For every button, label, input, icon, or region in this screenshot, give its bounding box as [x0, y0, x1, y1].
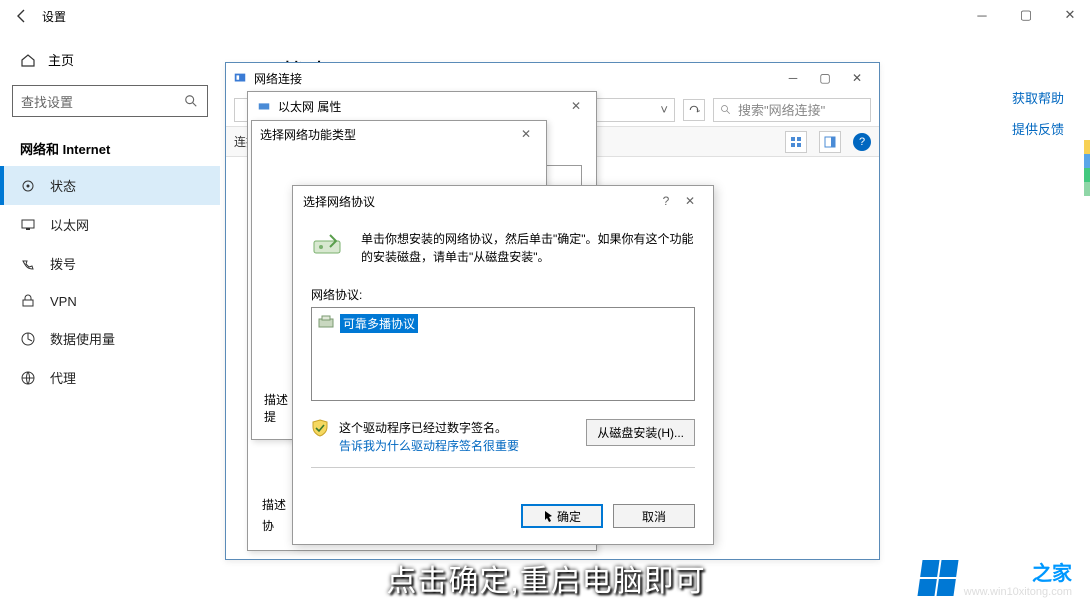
ok-button[interactable]: 确定 [521, 504, 603, 528]
nc-maximize-button[interactable]: ▢ [809, 65, 841, 91]
proto-body: 单击你想安装的网络协议，然后单击"确定"。如果你有这个功能的安装磁盘，请单击"从… [293, 216, 713, 494]
home-label: 主页 [48, 50, 74, 69]
proto-instruction-text: 单击你想安装的网络协议，然后单击"确定"。如果你有这个功能的安装磁盘，请单击"从… [361, 230, 695, 266]
type-title-text: 选择网络功能类型 [260, 126, 356, 143]
ethernet-icon [20, 217, 36, 233]
minimize-button[interactable]: ─ [960, 0, 1004, 30]
help-links: 获取帮助 提供反馈 [1012, 88, 1064, 138]
eth-close-button[interactable]: ✕ [564, 95, 588, 117]
help-button[interactable]: ? [655, 194, 677, 208]
nc-titlebar: 网络连接 ─ ▢ ✕ [226, 63, 879, 93]
window-controls: ─ ▢ ✕ [960, 0, 1092, 30]
ok-label: 确定 [557, 508, 581, 525]
sidebar-item-dialup[interactable]: 拨号 [0, 244, 220, 283]
cursor-icon [543, 510, 555, 522]
sidebar-item-datausage[interactable]: 数据使用量 [0, 319, 220, 358]
search-placeholder: 查找设置 [21, 92, 73, 111]
dialog-buttons: 确定 取消 [521, 504, 695, 528]
protocol-item-label: 可靠多播协议 [340, 314, 418, 333]
sidebar-item-status[interactable]: 状态 [0, 166, 220, 205]
nc-search-input[interactable]: 搜索"网络连接" [713, 98, 871, 122]
back-button[interactable] [8, 2, 36, 30]
search-icon [183, 93, 199, 109]
sidebar-item-label: 状态 [50, 176, 76, 195]
watermark-logo: Win10之家 www.win10xitong.com [920, 557, 1072, 598]
proto-titlebar: 选择网络协议 ? ✕ [293, 186, 713, 216]
install-from-disk-button[interactable]: 从磁盘安装(H)... [586, 419, 695, 446]
scrollbar[interactable] [1084, 140, 1090, 196]
refresh-button[interactable] [683, 99, 705, 121]
driver-sign-row: 这个驱动程序已经过数字签名。 告诉我为什么驱动程序签名很重要 从磁盘安装(H).… [311, 419, 695, 455]
get-help-link[interactable]: 获取帮助 [1012, 88, 1064, 107]
sidebar-item-proxy[interactable]: 代理 [0, 358, 220, 397]
help-button[interactable]: ? [853, 133, 871, 151]
datausage-icon [20, 331, 36, 347]
settings-title: 设置 [42, 8, 66, 25]
protocol-item[interactable]: 可靠多播协议 [316, 312, 690, 335]
ethernet-icon [256, 98, 272, 114]
view-icons-button[interactable] [785, 131, 807, 153]
preview-pane-button[interactable] [819, 131, 841, 153]
search-icon [720, 104, 732, 116]
eth-title-text: 以太网 属性 [278, 98, 341, 115]
proto-title-text: 选择网络协议 [303, 193, 375, 210]
feedback-link[interactable]: 提供反馈 [1012, 119, 1064, 138]
proto-close-button[interactable]: ✕ [677, 194, 703, 208]
maximize-button[interactable]: ▢ [1004, 0, 1048, 30]
select-protocol-dialog: 选择网络协议 ? ✕ 单击你想安装的网络协议，然后单击"确定"。如果你有这个功能… [292, 185, 714, 545]
install-icon [311, 230, 347, 258]
protocol-listbox[interactable]: 可靠多播协议 [311, 307, 695, 401]
sidebar-item-label: VPN [50, 294, 77, 309]
proto-list-label: 网络协议: [311, 286, 695, 303]
sidebar-item-label: 拨号 [50, 254, 76, 273]
driver-signed-label: 这个驱动程序已经过数字签名。 [339, 419, 519, 437]
sidebar-item-label: 以太网 [50, 215, 89, 234]
home-button[interactable]: 主页 [0, 40, 220, 79]
dialup-icon [20, 256, 36, 272]
logo-line1b: 之家 [1032, 563, 1072, 585]
proxy-icon [20, 370, 36, 386]
vpn-icon [20, 293, 36, 309]
driver-text: 这个驱动程序已经过数字签名。 告诉我为什么驱动程序签名很重要 [339, 419, 519, 455]
nc-window-controls: ─ ▢ ✕ [777, 65, 873, 91]
close-button[interactable]: ✕ [1048, 0, 1092, 30]
shield-icon [311, 419, 329, 437]
nc-search-placeholder: 搜索"网络连接" [738, 100, 825, 119]
nc-close-button[interactable]: ✕ [841, 65, 873, 91]
settings-header: 设置 [0, 0, 1092, 32]
type-desc-label: 描述 [264, 391, 288, 408]
divider [311, 467, 695, 468]
sidebar-item-label: 数据使用量 [50, 329, 115, 348]
logo-url: www.win10xitong.com [964, 586, 1072, 598]
driver-why-link[interactable]: 告诉我为什么驱动程序签名很重要 [339, 437, 519, 455]
type-titlebar: 选择网络功能类型 ✕ [252, 121, 546, 147]
settings-sidebar: 主页 查找设置 网络和 Internet 状态 以太网 拨号 [0, 40, 220, 397]
sidebar-item-ethernet[interactable]: 以太网 [0, 205, 220, 244]
sidebar-item-vpn[interactable]: VPN [0, 283, 220, 319]
home-icon [20, 52, 36, 68]
category-title: 网络和 Internet [0, 131, 220, 166]
logo-line1a: Win10 [973, 563, 1032, 585]
sidebar-item-label: 代理 [50, 368, 76, 387]
search-input[interactable]: 查找设置 [12, 85, 208, 117]
type-close-button[interactable]: ✕ [514, 123, 538, 145]
type-tip: 提 [264, 408, 288, 425]
windows-logo-icon [917, 560, 958, 596]
nc-minimize-button[interactable]: ─ [777, 65, 809, 91]
protocol-icon [318, 315, 334, 332]
nc-icon [232, 70, 248, 86]
nc-title-text: 网络连接 [254, 70, 302, 87]
status-icon [20, 178, 36, 194]
eth-titlebar: 以太网 属性 ✕ [248, 92, 596, 120]
chevron-down-icon[interactable]: ˅ [660, 102, 668, 117]
cancel-button[interactable]: 取消 [613, 504, 695, 528]
proto-instruction-row: 单击你想安装的网络协议，然后单击"确定"。如果你有这个功能的安装磁盘，请单击"从… [311, 230, 695, 266]
